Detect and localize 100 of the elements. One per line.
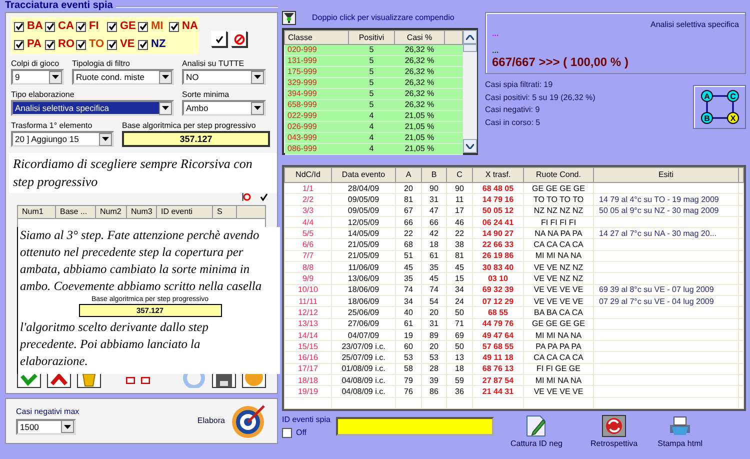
table-cell: 3/3 — [284, 205, 332, 216]
checkbox[interactable] — [14, 22, 24, 32]
filter-icon[interactable] — [282, 11, 296, 25]
table-cell: 69 32 39 — [472, 284, 524, 296]
wheel-label: VE — [120, 38, 135, 52]
table-cell: 13 — [446, 352, 472, 364]
dropdown[interactable]: 20 ] Aggiungo 15 — [11, 131, 114, 148]
prohibited-icon — [242, 193, 251, 202]
table-cell: 22 — [396, 228, 422, 239]
connector-line — [706, 102, 708, 112]
table-cell: 09/05/09 — [332, 205, 396, 216]
table-cell: 35 — [422, 262, 446, 273]
table-cell: 022-999 — [284, 110, 348, 122]
field-label: ID eventi spia — [282, 415, 330, 425]
table-cell: 81 — [446, 250, 472, 262]
table-cell: 20 — [422, 306, 446, 318]
caret-icon — [162, 106, 169, 110]
column-header: Data evento — [332, 168, 396, 182]
table-cell: 24 — [446, 295, 472, 307]
table-cell: 61 — [396, 318, 422, 330]
table-cell: FI FI GE GE — [524, 363, 594, 375]
checkbox[interactable] — [282, 428, 292, 438]
table-cell: 51 — [396, 250, 422, 262]
checkbox[interactable] — [107, 22, 117, 32]
hint-text: Doppio click per visualizzare compendio — [312, 13, 454, 23]
column-header: S — [213, 206, 237, 218]
table-cell: VE VE NZ NZ — [524, 272, 594, 284]
status-line: ... — [492, 30, 499, 38]
table-cell: 21/05/09 — [332, 238, 396, 250]
table-cell: 42 — [422, 228, 446, 239]
table-cell: 14/14 — [284, 329, 332, 341]
checkbox[interactable] — [138, 40, 148, 50]
column-header: C — [446, 168, 472, 182]
target-icon — [231, 403, 267, 439]
node-label: C — [730, 92, 736, 101]
checkbox[interactable] — [107, 40, 117, 50]
checkbox[interactable] — [76, 22, 86, 32]
field-label: Trasforma 1° elemento — [11, 121, 94, 132]
retrospettiva-button[interactable]: Retrospettiva — [590, 415, 638, 453]
table-cell: 61 — [422, 250, 446, 262]
column-header: B — [422, 168, 446, 182]
scroll-up-icon[interactable] — [466, 34, 474, 40]
field-label: Colpi di gioco — [11, 59, 60, 70]
table-cell: 17/17 — [284, 363, 332, 375]
checkbox[interactable] — [76, 40, 86, 50]
dropdown[interactable]: Analisi selettiva specifica — [11, 100, 174, 116]
table-cell: 57 68 55 — [472, 340, 524, 352]
scroll-thumb[interactable] — [463, 44, 477, 52]
table-cell: 11/06/09 — [332, 262, 396, 273]
input-field[interactable] — [336, 417, 494, 436]
dropdown[interactable]: Ambo — [182, 100, 266, 116]
checkbox[interactable] — [169, 22, 179, 32]
value-box: 357.127 — [122, 131, 270, 148]
column-header: X trasf. — [472, 168, 524, 182]
table-cell: 90 — [422, 182, 446, 194]
checkbox[interactable] — [138, 22, 148, 32]
table-cell: 394-999 — [284, 88, 348, 100]
checkbox[interactable] — [45, 22, 55, 32]
dropdown[interactable]: NO — [182, 69, 266, 86]
select-all-button[interactable] — [211, 31, 227, 47]
table-cell: 26 19 86 — [472, 250, 524, 262]
checkbox[interactable] — [45, 40, 55, 50]
table-cell: 07 29 al 7°c su VE - 04 lug 2009 — [594, 295, 738, 307]
overlay-text: Siamo al 3° step. Fate attenzione perchè avendo ottenuto nel precedente step la copertura per ambata, abbiamo cambiato la sorte minima in ambo. Coevemente abbiamo scritto nella casella — [20, 227, 263, 295]
scroll-down-icon[interactable] — [466, 144, 474, 148]
dropdown[interactable]: 9 — [11, 69, 64, 86]
table-cell: 14 79 16 — [472, 194, 524, 206]
table-cell: 7/7 — [284, 250, 332, 262]
column-header: Casi % — [394, 30, 444, 44]
table-cell: 11 — [446, 194, 472, 206]
stat-text: Casi negativi: 9 — [485, 104, 541, 116]
table-cell: 10/10 — [284, 284, 332, 296]
wheel-label: PA — [27, 38, 42, 52]
table-cell: 01/08/09 i.c. — [332, 363, 396, 375]
table-cell: 18/06/09 — [332, 284, 396, 296]
table-cell: 026-999 — [284, 122, 348, 132]
caret-icon — [162, 75, 169, 80]
table-cell: 74 — [396, 284, 422, 296]
mode-text: Analisi selettiva specifica — [650, 20, 739, 30]
table-cell: 39 — [422, 374, 446, 386]
table-cell: 12/12 — [284, 306, 332, 318]
note-text: Ricordiamo di scegliere sempre Ricorsiva con step progressivo — [9, 153, 277, 194]
elabora-button[interactable]: Elabora — [197, 403, 267, 439]
print-button[interactable]: Stampa html — [658, 415, 703, 453]
clear-all-button[interactable] — [231, 31, 247, 47]
capture-button[interactable]: Cattura ID neg — [510, 415, 562, 453]
checkbox[interactable] — [14, 40, 24, 50]
table-cell: 30 83 40 — [472, 262, 524, 273]
dropdown[interactable]: 1500 — [16, 418, 76, 435]
table-cell: 45 — [396, 262, 422, 273]
field-label: Base algoritmica per step progressivo — [122, 121, 257, 132]
table-cell: 45 — [422, 272, 446, 284]
dropdown[interactable]: Ruote cond. miste — [72, 69, 174, 86]
table-cell: VE VE VE VE — [524, 284, 594, 296]
table-cell: 8/8 — [284, 262, 332, 273]
stat-text: Casi in corso: 5 — [485, 116, 542, 128]
table-cell: 18 — [446, 363, 472, 375]
table-cell: 25/06/09 — [332, 306, 396, 318]
table-cell: 04/08/09 i.c. — [332, 374, 396, 386]
field-label: Casi negativi max — [16, 407, 80, 417]
